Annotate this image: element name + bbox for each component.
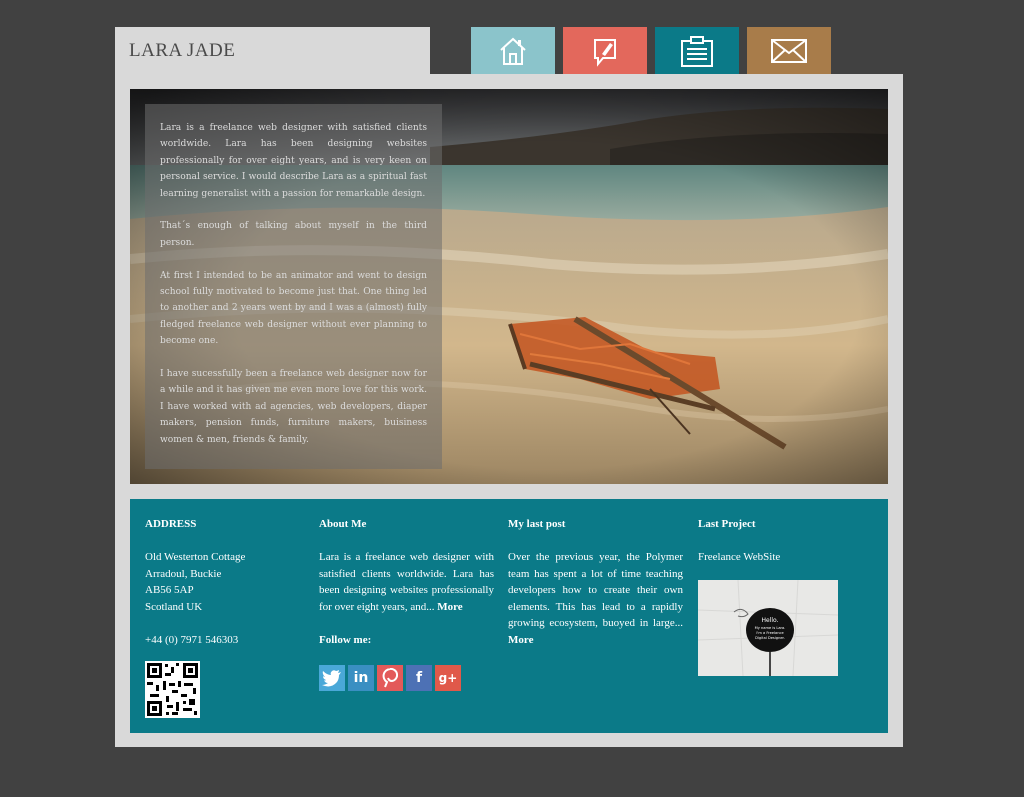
bio-paragraph: At first I intended to be an animator an… bbox=[160, 270, 427, 347]
home-icon bbox=[500, 37, 526, 65]
clipboard-icon bbox=[681, 35, 713, 67]
qr-code bbox=[145, 661, 200, 718]
pinterest-icon[interactable] bbox=[377, 665, 403, 691]
pen-note-icon bbox=[594, 38, 616, 67]
linkedin-icon[interactable]: in bbox=[348, 665, 374, 691]
address-line: AB56 5AP bbox=[145, 584, 194, 596]
facebook-icon[interactable]: f bbox=[406, 665, 432, 691]
site-title-tab: LARA JADE bbox=[115, 27, 430, 74]
project-heading: Last Project bbox=[698, 518, 756, 530]
googleplus-icon[interactable]: g+ bbox=[435, 665, 461, 691]
bio-overlay: Lara is a freelance web designer with sa… bbox=[145, 104, 442, 469]
site-title: LARA JADE bbox=[129, 40, 236, 61]
post-column: My last post Over the previous year, the… bbox=[508, 516, 683, 648]
address-line: Scotland UK bbox=[145, 600, 203, 613]
address-line: Arradoul, Buckie bbox=[145, 567, 222, 580]
about-column: About Me Lara is a freelance web designe… bbox=[319, 516, 494, 691]
svg-text:Digital Designer.: Digital Designer. bbox=[755, 636, 785, 640]
post-heading: My last post bbox=[508, 518, 566, 530]
address-column: ADDRESS Old Westerton Cottage Arradoul, … bbox=[145, 516, 295, 648]
project-thumbnail[interactable]: Hello. My name is Lara. I'm a Freelance … bbox=[698, 580, 838, 676]
hero-image: Lara is a freelance web designer with sa… bbox=[130, 89, 888, 484]
nav-work-button[interactable] bbox=[655, 27, 739, 74]
project-column: Last Project Freelance WebSite bbox=[698, 516, 848, 566]
post-text: Over the previous year, the Polymer team… bbox=[508, 551, 683, 646]
follow-label: Follow me: bbox=[319, 633, 372, 646]
nav-blog-button[interactable] bbox=[563, 27, 647, 74]
twitter-icon[interactable] bbox=[319, 665, 345, 691]
footer: ADDRESS Old Westerton Cottage Arradoul, … bbox=[130, 499, 888, 733]
social-links: in f g+ bbox=[319, 665, 494, 691]
project-title[interactable]: Freelance WebSite bbox=[698, 549, 848, 566]
about-text: Lara is a freelance web designer with sa… bbox=[319, 551, 494, 613]
svg-text:I'm a Freelance: I'm a Freelance bbox=[756, 631, 784, 635]
envelope-icon bbox=[771, 38, 807, 63]
nav-home-button[interactable] bbox=[471, 27, 555, 74]
bio-paragraph: Lara is a freelance web designer with sa… bbox=[160, 123, 427, 199]
address-heading: ADDRESS bbox=[145, 518, 197, 530]
bio-paragraph: That´s enough of talking about myself in… bbox=[160, 221, 427, 248]
about-heading: About Me bbox=[319, 518, 367, 530]
svg-text:My name is Lara.: My name is Lara. bbox=[755, 626, 786, 630]
address-line: Old Westerton Cottage bbox=[145, 551, 246, 563]
svg-text:Hello.: Hello. bbox=[761, 617, 778, 624]
nav-contact-button[interactable] bbox=[747, 27, 831, 74]
bio-paragraph: I have sucessfully been a freelance web … bbox=[160, 369, 427, 445]
phone-number: +44 (0) 7971 546303 bbox=[145, 633, 239, 646]
about-more-link[interactable]: More bbox=[437, 601, 462, 613]
post-more-link[interactable]: More bbox=[508, 634, 533, 646]
